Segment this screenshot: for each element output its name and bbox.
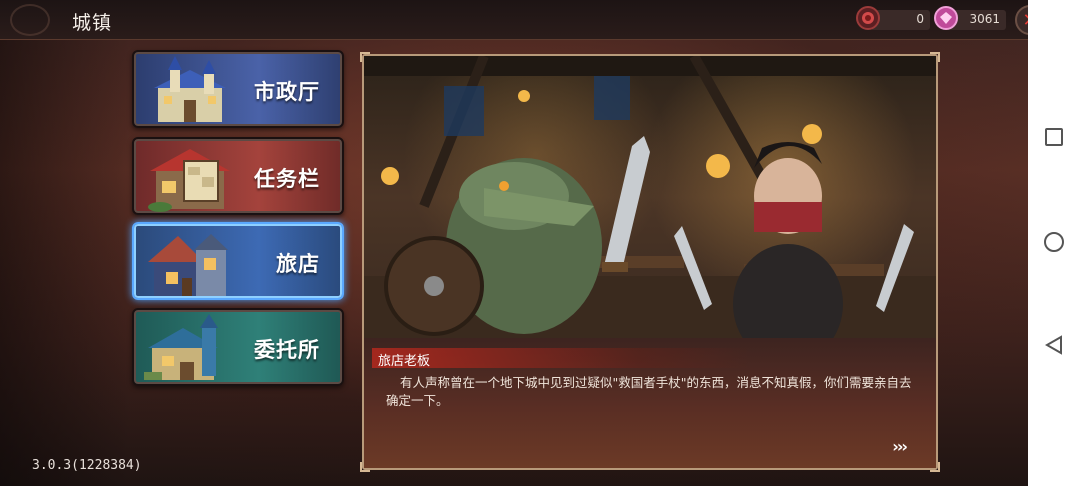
- inn-building-icon: [140, 228, 240, 298]
- version-label: 3.0.3(1228384): [32, 458, 142, 473]
- home-icon[interactable]: [1044, 232, 1064, 252]
- back-icon[interactable]: [1043, 334, 1065, 356]
- panel-corner-ornament: [360, 52, 370, 62]
- quest-board-building-icon: [140, 143, 240, 213]
- next-dialog-button[interactable]: ›››: [892, 437, 908, 456]
- crest-emblem-icon: [10, 4, 50, 36]
- menu-label-commission: 委托所: [254, 338, 320, 362]
- menu-label-quest-board: 任务栏: [254, 167, 320, 191]
- system-nav-bar: [1028, 0, 1080, 486]
- menu-button-commission[interactable]: 委托所: [132, 308, 344, 386]
- dialog-box[interactable]: 旅店老板 有人声称曾在一个地下城中见到过疑似"救国者手杖"的东西，消息不知真假，…: [364, 338, 936, 468]
- gem-currency-icon: [934, 6, 958, 30]
- top-bar: 城镇 0 3061 ✕: [0, 0, 1045, 40]
- menu-button-inn[interactable]: 旅店: [132, 222, 344, 300]
- panel-corner-ornament: [930, 52, 940, 62]
- rose-emblem-icon: [856, 6, 880, 30]
- page-title: 城镇: [72, 12, 113, 34]
- inn-panel: 旅店老板 有人声称曾在一个地下城中见到过疑似"救国者手杖"的东西，消息不知真假，…: [360, 52, 940, 472]
- cityhall-building-icon: [140, 56, 240, 126]
- dialog-text: 有人声称曾在一个地下城中见到过疑似"救国者手杖"的东西，消息不知真假，你们需要亲…: [386, 375, 912, 408]
- tavern-scene-illustration: [364, 56, 936, 338]
- background-shade: [0, 40, 130, 486]
- recent-apps-icon[interactable]: [1045, 128, 1063, 146]
- speaker-name: 旅店老板: [378, 354, 431, 369]
- menu-label-cityhall: 市政厅: [254, 80, 320, 104]
- panel-corner-ornament: [360, 462, 370, 472]
- menu-button-cityhall[interactable]: 市政厅: [132, 50, 344, 128]
- menu-label-inn: 旅店: [276, 252, 320, 276]
- commission-building-icon: [140, 314, 240, 384]
- menu-button-quest-board[interactable]: 任务栏: [132, 137, 344, 215]
- panel-corner-ornament: [930, 462, 940, 472]
